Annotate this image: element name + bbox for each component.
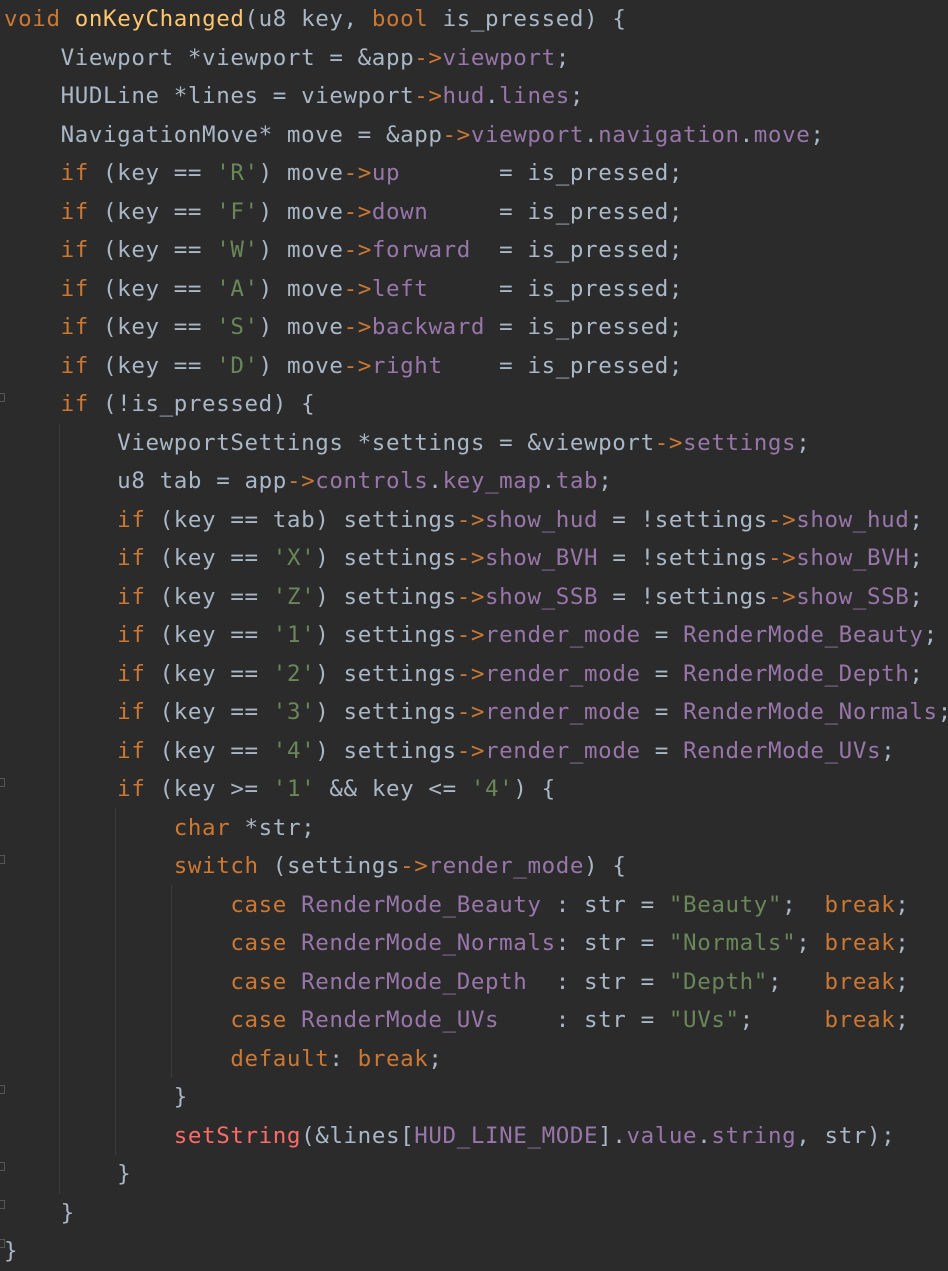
code-line[interactable]: } bbox=[4, 1078, 948, 1117]
code-line[interactable]: if (key == tab) settings->show_hud = !se… bbox=[4, 501, 948, 540]
code-line[interactable]: void onKeyChanged(u8 key, bool is_presse… bbox=[4, 0, 948, 39]
code-line[interactable]: Viewport *viewport = &app->viewport; bbox=[4, 39, 948, 78]
code-line[interactable]: if (key == '2') settings->render_mode = … bbox=[4, 655, 948, 694]
code-line[interactable]: char *str; bbox=[4, 809, 948, 848]
code-line[interactable]: if (key == 'X') settings->show_BVH = !se… bbox=[4, 539, 948, 578]
code-line[interactable]: case RenderMode_Depth : str = "Depth"; b… bbox=[4, 963, 948, 1002]
code-line[interactable]: case RenderMode_UVs : str = "UVs"; break… bbox=[4, 1001, 948, 1040]
code-editor[interactable]: void onKeyChanged(u8 key, bool is_presse… bbox=[0, 0, 948, 1265]
code-line[interactable]: if (key == 'Z') settings->show_SSB = !se… bbox=[4, 578, 948, 617]
code-text-area[interactable]: void onKeyChanged(u8 key, bool is_presse… bbox=[4, 0, 948, 1271]
code-line[interactable]: } bbox=[4, 1194, 948, 1233]
code-line[interactable]: if (key == 'F') move->down = is_pressed; bbox=[4, 193, 948, 232]
code-line[interactable]: ViewportSettings *settings = &viewport->… bbox=[4, 424, 948, 463]
code-line[interactable]: case RenderMode_Beauty : str = "Beauty";… bbox=[4, 886, 948, 925]
code-line[interactable]: u8 tab = app->controls.key_map.tab; bbox=[4, 462, 948, 501]
code-line[interactable]: NavigationMove* move = &app->viewport.na… bbox=[4, 116, 948, 155]
code-line[interactable]: if (key == 'R') move->up = is_pressed; bbox=[4, 154, 948, 193]
code-line[interactable]: if (key == 'W') move->forward = is_press… bbox=[4, 231, 948, 270]
code-line[interactable]: if (!is_pressed) { bbox=[4, 385, 948, 424]
code-line[interactable]: default: break; bbox=[4, 1040, 948, 1079]
code-line[interactable]: if (key >= '1' && key <= '4') { bbox=[4, 770, 948, 809]
code-line[interactable]: HUDLine *lines = viewport->hud.lines; bbox=[4, 77, 948, 116]
code-line[interactable]: setString(&lines[HUD_LINE_MODE].value.st… bbox=[4, 1117, 948, 1156]
code-line[interactable]: if (key == 'D') move->right = is_pressed… bbox=[4, 347, 948, 386]
code-line[interactable]: } bbox=[4, 1155, 948, 1194]
code-line[interactable]: switch (settings->render_mode) { bbox=[4, 847, 948, 886]
code-line[interactable]: if (key == 'A') move->left = is_pressed; bbox=[4, 270, 948, 309]
code-line[interactable]: if (key == 'S') move->backward = is_pres… bbox=[4, 308, 948, 347]
code-line[interactable]: case RenderMode_Normals: str = "Normals"… bbox=[4, 924, 948, 963]
code-line[interactable]: if (key == '1') settings->render_mode = … bbox=[4, 616, 948, 655]
code-line[interactable]: if (key == '3') settings->render_mode = … bbox=[4, 693, 948, 732]
code-line[interactable]: if (key == '4') settings->render_mode = … bbox=[4, 732, 948, 771]
